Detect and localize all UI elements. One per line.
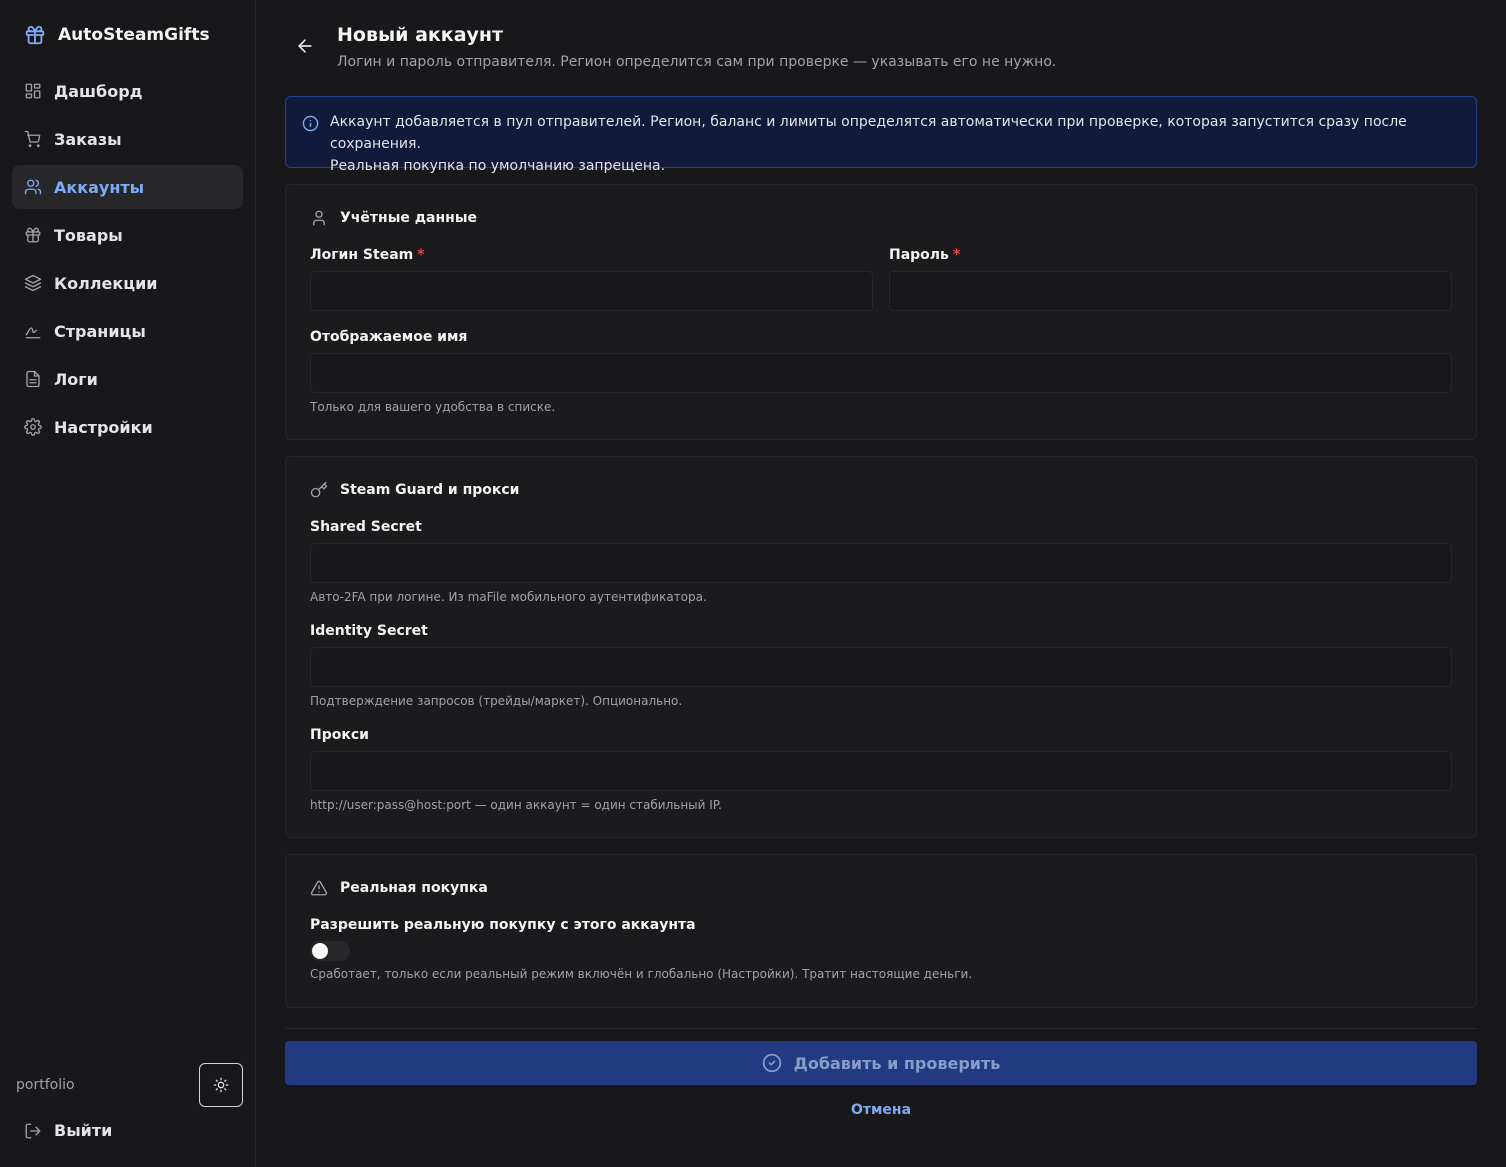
logout-button[interactable]: Выйти	[24, 1121, 112, 1140]
shared-secret-hint: Авто-2FA при логине. Из maFile мобильног…	[310, 590, 707, 604]
logout-label: Выйти	[54, 1121, 113, 1140]
sidebar-item-label: Товары	[54, 225, 123, 245]
sidebar-nav: Дашборд Заказы Аккаунты Товары Коллекции…	[12, 69, 243, 453]
steam-guard-header: Steam Guard и прокси	[310, 481, 520, 499]
identity-secret-hint: Подтверждение запросов (трейды/маркет). …	[310, 694, 683, 708]
shared-secret-label: Shared Secret	[310, 519, 422, 535]
sidebar-item-logs[interactable]: Логи	[12, 357, 243, 401]
real-purchase-toggle[interactable]	[310, 941, 350, 961]
key-icon	[310, 481, 328, 498]
real-purchase-header: Реальная покупка	[310, 879, 488, 897]
password-label-text: Пароль	[889, 247, 949, 263]
shared-secret-input[interactable]	[310, 543, 1452, 583]
sidebar-item-dashboard[interactable]: Дашборд	[12, 69, 243, 113]
login-label: Логин Steam *	[310, 247, 425, 263]
theme-toggle-button[interactable]	[199, 1063, 243, 1107]
cancel-link[interactable]: Отмена	[285, 1102, 1477, 1118]
sidebar-item-label: Коллекции	[54, 273, 158, 293]
sidebar-item-label: Настройки	[54, 417, 153, 437]
display-name-label: Отображаемое имя	[310, 329, 468, 345]
identity-secret-label: Identity Secret	[310, 623, 428, 639]
gift-icon	[25, 227, 41, 243]
sidebar-item-label: Логи	[54, 369, 98, 389]
page-title: Новый аккаунт	[337, 24, 504, 46]
info-icon	[302, 115, 319, 132]
proxy-label: Прокси	[310, 727, 369, 743]
user-icon	[313, 210, 325, 226]
current-user: portfolio	[16, 1077, 75, 1093]
info-text-line2: Реальная покупка по умолчанию запрещена.	[330, 158, 666, 174]
add-and-verify-button[interactable]: Добавить и проверить	[285, 1041, 1477, 1085]
password-label: Пароль *	[889, 247, 960, 263]
sidebar-item-label: Заказы	[54, 129, 122, 149]
login-input[interactable]	[310, 271, 873, 311]
credentials-header: Учётные данные	[310, 209, 477, 227]
credentials-title: Учётные данные	[340, 210, 477, 226]
sun-icon	[213, 1077, 229, 1093]
signature-icon	[25, 327, 41, 339]
gear-icon	[24, 418, 42, 436]
warning-icon	[310, 880, 328, 896]
sidebar-item-label: Дашборд	[54, 81, 143, 101]
password-input[interactable]	[889, 271, 1452, 311]
required-mark: *	[417, 247, 425, 263]
proxy-input[interactable]	[310, 751, 1452, 791]
dashboard-icon	[25, 83, 41, 99]
credentials-card: Учётные данные Логин Steam * Пароль * Отоб…	[285, 184, 1477, 440]
steam-guard-title: Steam Guard и прокси	[340, 482, 520, 498]
layers-icon	[24, 274, 42, 292]
sidebar-item-collections[interactable]: Коллекции	[12, 261, 243, 305]
real-purchase-card: Реальная покупка Разрешить реальную поку…	[285, 854, 1477, 1008]
info-alert: Аккаунт добавляется в пул отправителей. …	[285, 96, 1477, 174]
users-icon	[24, 179, 42, 195]
real-purchase-title: Реальная покупка	[340, 880, 488, 896]
sidebar-item-label: Аккаунты	[54, 177, 145, 197]
submit-label: Добавить и проверить	[793, 1053, 1001, 1073]
sidebar-item-accounts[interactable]: Аккаунты	[12, 165, 243, 209]
proxy-hint: http://user:pass@host:port — один аккаун…	[310, 798, 722, 812]
brand-name: AutoSteamGifts	[58, 25, 210, 45]
steam-guard-card: Steam Guard и прокси Shared Secret Авто-…	[285, 456, 1477, 838]
sidebar-item-orders[interactable]: Заказы	[12, 117, 243, 161]
sidebar: AutoSteamGifts Дашборд Заказы Аккаунты Т…	[0, 0, 256, 1167]
real-purchase-toggle-label: Разрешить реальную покупку с этого аккау…	[310, 917, 696, 933]
sidebar-item-label: Страницы	[54, 321, 146, 341]
logout-icon	[25, 1123, 41, 1138]
cart-icon	[24, 130, 41, 148]
brand[interactable]: AutoSteamGifts	[24, 24, 210, 46]
sidebar-item-pages[interactable]: Страницы	[12, 309, 243, 353]
check-circle-icon	[762, 1053, 781, 1073]
info-text-line1: Аккаунт добавляется в пул отправителей. …	[330, 114, 1407, 152]
file-text-icon	[26, 370, 40, 388]
back-arrow-icon[interactable]	[295, 36, 315, 56]
real-purchase-hint: Сработает, только если реальный режим вк…	[310, 967, 973, 981]
identity-secret-input[interactable]	[310, 647, 1452, 687]
required-mark: *	[952, 247, 961, 263]
gift-icon	[25, 25, 45, 45]
sidebar-item-settings[interactable]: Настройки	[12, 405, 243, 449]
display-name-input[interactable]	[310, 353, 1452, 393]
page-subtitle: Логин и пароль отправителя. Регион опред…	[337, 54, 1057, 70]
login-label-text: Логин Steam	[310, 247, 414, 263]
divider	[285, 1028, 1477, 1029]
display-name-hint: Только для вашего удобства в списке.	[310, 400, 556, 414]
sidebar-item-products[interactable]: Товары	[12, 213, 243, 257]
